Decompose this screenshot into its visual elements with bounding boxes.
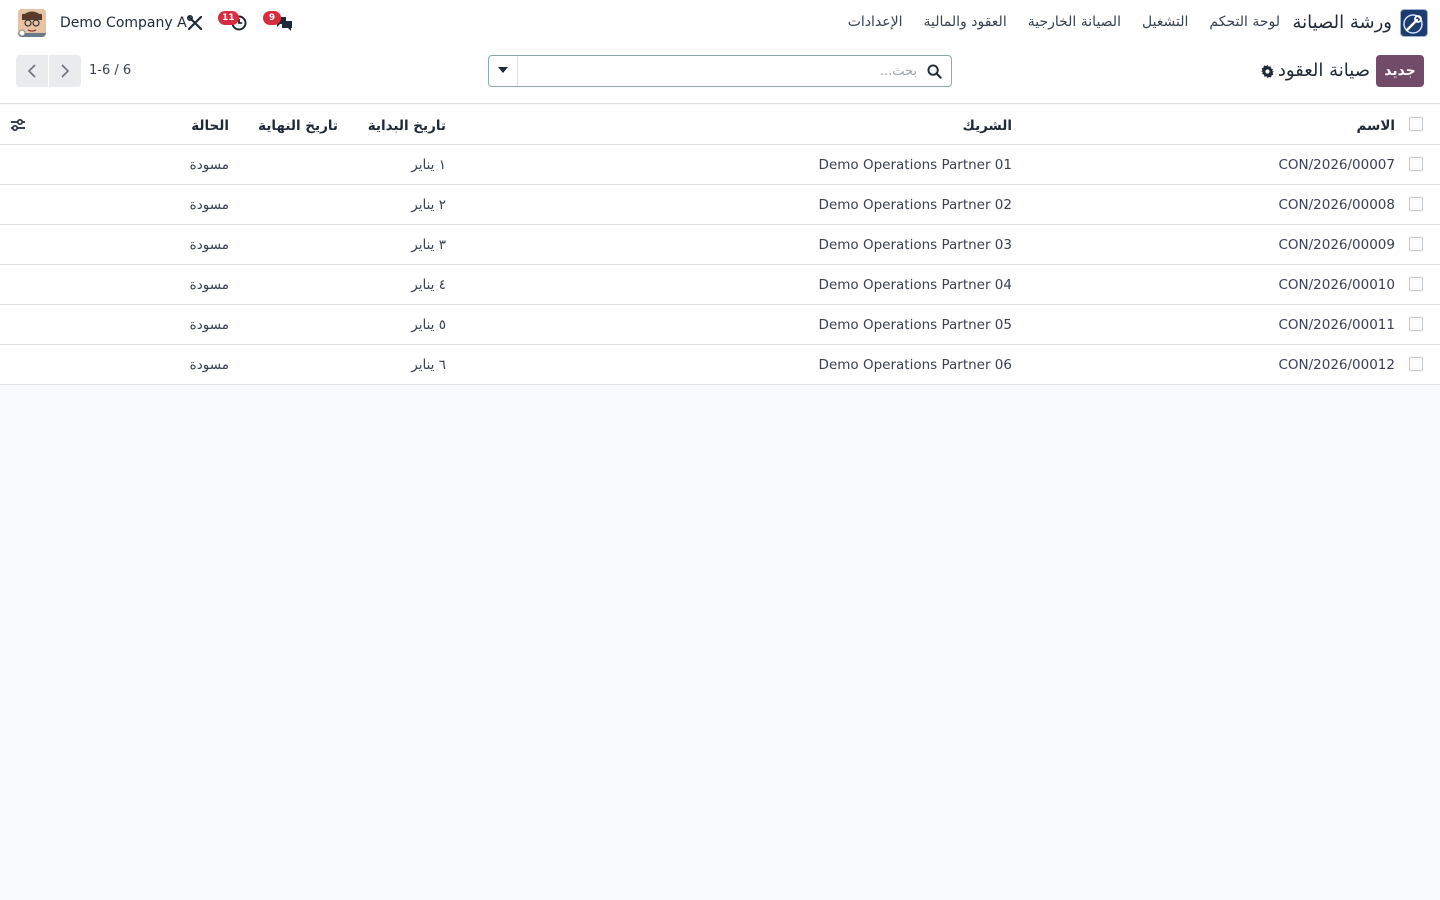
cell-start-date: ٣ يناير [411,237,446,253]
table-header: الاسم الشريك تاريخ البداية تاريخ النهاية… [0,105,1440,145]
caret-down-icon [498,67,508,73]
cell-start-date: ١ يناير [411,157,446,173]
cell-state: مسودة [189,357,229,373]
search-bar [488,55,952,87]
app-name[interactable]: ورشة الصيانة [1292,12,1392,33]
sliders-icon[interactable] [10,118,26,132]
chevron-right-icon [61,64,70,78]
search-icon[interactable] [927,64,942,79]
cell-start-date: ٥ يناير [411,317,446,333]
row-checkbox[interactable] [1409,237,1423,251]
cell-state: مسودة [189,317,229,333]
main-menu: لوحة التحكم التشغيل الصيانة الخارجية الع… [848,14,1280,30]
control-panel: جديد صيانة العقود 1-6 / 6 [0,46,1440,104]
cell-partner: Demo Operations Partner 06 [818,357,1012,373]
systray: Demo Company A 11 9 [0,0,320,46]
column-header-start-date[interactable]: تاريخ البداية [368,105,446,145]
cell-start-date: ٦ يناير [411,357,446,373]
table-row[interactable]: CON/2026/00007 Demo Operations Partner 0… [0,145,1440,185]
column-header-name[interactable]: الاسم [1356,105,1395,145]
menu-item-dashboard[interactable]: لوحة التحكم [1209,14,1280,30]
chevron-left-icon [27,64,36,78]
cell-partner: Demo Operations Partner 04 [818,277,1012,293]
search-options-toggle[interactable] [489,56,518,86]
table-row[interactable]: CON/2026/00011 Demo Operations Partner 0… [0,305,1440,345]
table-row[interactable]: CON/2026/00009 Demo Operations Partner 0… [0,225,1440,265]
cell-start-date: ٤ يناير [411,277,446,293]
menu-item-contracts-finance[interactable]: العقود والمالية [924,14,1007,30]
cell-partner: Demo Operations Partner 03 [818,237,1012,253]
table-row[interactable]: CON/2026/00010 Demo Operations Partner 0… [0,265,1440,305]
avatar[interactable] [18,9,46,37]
top-navbar: ورشة الصيانة لوحة التحكم التشغيل الصيانة… [0,0,1440,46]
cell-state: مسودة [189,277,229,293]
cell-name: CON/2026/00010 [1278,277,1395,293]
cell-state: مسودة [189,237,229,253]
new-button[interactable]: جديد [1376,55,1424,87]
app-logo-icon[interactable] [1400,9,1428,37]
row-checkbox[interactable] [1409,157,1423,171]
gear-icon[interactable] [1261,65,1274,78]
company-switcher[interactable]: Demo Company A [60,15,187,31]
cell-start-date: ٢ يناير [411,197,446,213]
tools-icon[interactable] [186,14,204,32]
pager-prev-button[interactable] [16,55,48,87]
row-checkbox[interactable] [1409,197,1423,211]
cell-partner: Demo Operations Partner 05 [818,317,1012,333]
cell-name: CON/2026/00011 [1278,317,1395,333]
cell-name: CON/2026/00012 [1278,357,1395,373]
cell-name: CON/2026/00009 [1278,237,1395,253]
pager-value[interactable]: 1-6 / 6 [89,63,131,78]
row-checkbox[interactable] [1409,317,1423,331]
row-checkbox[interactable] [1409,277,1423,291]
cell-partner: Demo Operations Partner 01 [818,157,1012,173]
contracts-list: الاسم الشريك تاريخ البداية تاريخ النهاية… [0,105,1440,385]
column-header-end-date[interactable]: تاريخ النهاية [258,105,338,145]
cell-state: مسودة [189,157,229,173]
pager-next-button[interactable] [49,55,81,87]
page-title[interactable]: صيانة العقود [1278,60,1370,81]
cell-name: CON/2026/00007 [1278,157,1395,173]
column-header-partner[interactable]: الشريك [963,105,1012,145]
search-input[interactable] [519,56,919,86]
cell-partner: Demo Operations Partner 02 [818,197,1012,213]
table-row[interactable]: CON/2026/00008 Demo Operations Partner 0… [0,185,1440,225]
cell-name: CON/2026/00008 [1278,197,1395,213]
menu-item-settings[interactable]: الإعدادات [848,14,903,30]
menu-item-external-maintenance[interactable]: الصيانة الخارجية [1028,14,1121,30]
select-all-checkbox[interactable] [1409,117,1423,131]
activity-count-badge: 11 [218,11,239,25]
cell-state: مسودة [189,197,229,213]
row-checkbox[interactable] [1409,357,1423,371]
table-row[interactable]: CON/2026/00012 Demo Operations Partner 0… [0,345,1440,385]
column-header-state[interactable]: الحالة [191,105,229,145]
menu-item-operations[interactable]: التشغيل [1142,14,1188,30]
message-count-badge: 9 [263,11,281,25]
